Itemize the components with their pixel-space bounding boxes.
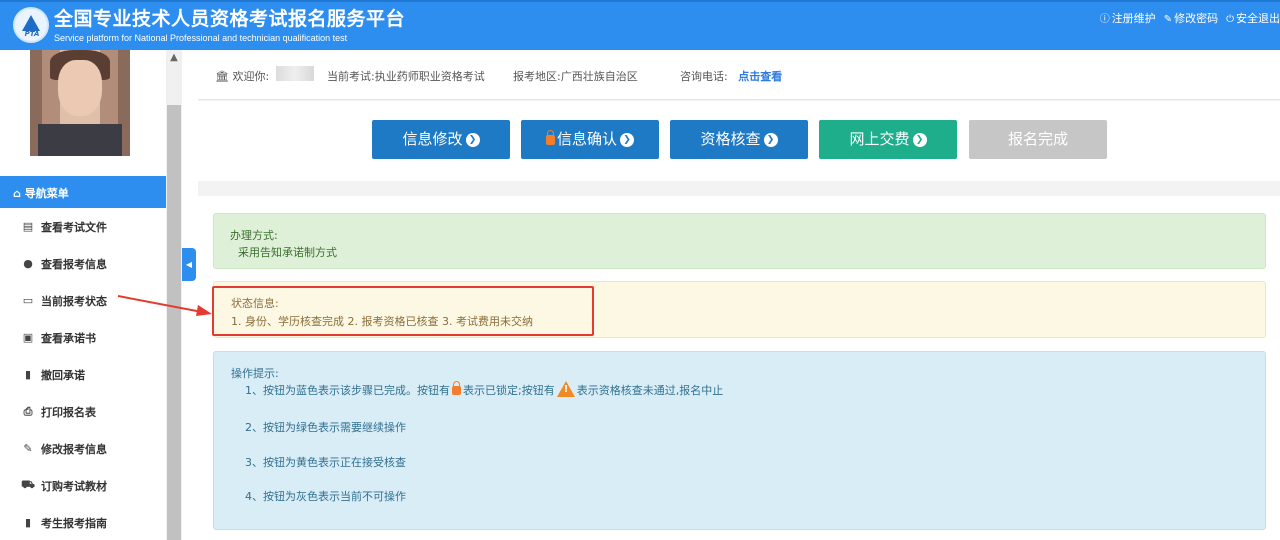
book-icon: ▮ <box>24 516 32 529</box>
step-qualification-check-button[interactable]: 资格核查 ❯ <box>670 120 808 159</box>
tips-line-4: 4、按钮为灰色表示当前不可操作 <box>245 490 406 503</box>
file-icon: ▤ <box>22 220 34 233</box>
tips-title: 操作提示: <box>231 367 279 380</box>
phone-link[interactable]: 点击查看 <box>738 70 782 83</box>
site-title: 全国专业技术人员资格考试报名服务平台 <box>54 8 406 30</box>
nav-header: ⌂ 导航菜单 <box>0 176 166 208</box>
top-header: PTA 全国专业技术人员资格考试报名服务平台 Service platform … <box>0 0 1280 50</box>
sidebar-item-modify[interactable]: ✎ 修改报考信息 <box>0 430 166 467</box>
bank-icon: 🏛 <box>215 70 229 83</box>
method-title: 办理方式: <box>230 229 278 242</box>
register-maintain-link[interactable]: ⓘ 注册维护 <box>1100 10 1156 26</box>
info-icon: ⓘ <box>1099 14 1110 25</box>
change-password-link[interactable]: ✎ 修改密码 <box>1164 10 1218 26</box>
home-icon: ⌂ <box>13 187 25 200</box>
site-subtitle: Service platform for National Profession… <box>54 33 348 43</box>
warning-icon <box>556 381 575 397</box>
logout-link[interactable]: ⏻ 安全退出 <box>1226 10 1280 26</box>
info-bar: 🏛 欢迎你: 当前考试:执业药师职业资格考试 报考地区:广西壮族自治区 咨询电话… <box>198 50 1280 100</box>
scroll-thumb[interactable] <box>167 105 181 540</box>
tips-line-2: 2、按钮为绿色表示需要继续操作 <box>245 421 406 434</box>
sidebar-item-withdraw[interactable]: ▮ 撤回承诺 <box>0 356 166 393</box>
annotation-arrow-icon <box>117 295 212 316</box>
tips-line-1: 1、按钮为蓝色表示该步骤已完成。按钮有表示已锁定;按钮有表示资格核查未通过,报名… <box>245 381 723 398</box>
sidebar-item-exam-info[interactable]: ● 查看报考信息 <box>0 245 166 282</box>
lock-icon <box>452 381 461 395</box>
method-panel: 办理方式: 采用告知承诺制方式 <box>213 213 1266 269</box>
arrow-right-icon: ❯ <box>763 132 778 147</box>
avatar <box>30 50 130 156</box>
chevron-left-icon: ◀ <box>185 260 193 269</box>
collapse-sidebar-button[interactable]: ◀ <box>182 248 196 281</box>
sidebar-item-commitment[interactable]: ▣ 查看承诺书 <box>0 319 166 356</box>
book-icon: ▮ <box>24 368 32 381</box>
sidebar-item-print[interactable]: ⎙ 打印报名表 <box>0 393 166 430</box>
cart-icon: ⛟ <box>21 478 35 491</box>
exam-label: 当前考试:执业药师职业资格考试 <box>327 70 485 83</box>
step-info-modify-button[interactable]: 信息修改 ❯ <box>372 120 510 159</box>
step-complete-button: 报名完成 <box>969 120 1107 159</box>
username-redacted <box>276 66 314 81</box>
region-label: 报考地区:广西壮族自治区 <box>513 70 638 83</box>
method-value: 采用告知承诺制方式 <box>238 246 337 259</box>
pta-logo: PTA <box>13 7 49 43</box>
print-icon: ⎙ <box>23 404 33 418</box>
step-online-payment-button[interactable]: 网上交费 ❯ <box>819 120 957 159</box>
annotation-highlight-box <box>212 286 594 336</box>
edit-icon: ✎ <box>1163 14 1173 25</box>
id-card-icon: ▣ <box>22 331 34 344</box>
phone-label: 咨询电话: 点击查看 <box>680 70 783 83</box>
arrow-right-icon: ❯ <box>620 132 634 147</box>
sidebar-item-exam-files[interactable]: ▤ 查看考试文件 <box>0 208 166 245</box>
scroll-up-icon[interactable]: ▲ <box>166 50 182 66</box>
lock-icon <box>545 130 555 145</box>
arrow-right-icon: ❯ <box>465 132 480 147</box>
sidebar-item-guide[interactable]: ▮ 考生报考指南 <box>0 504 166 540</box>
top-links: ⓘ 注册维护 ✎ 修改密码 ⏻ 安全退出 <box>1100 10 1280 26</box>
step-bar: 信息修改 ❯ 信息确认 ❯ 资格核查 ❯ 网上交费 ❯ 报名完成 <box>198 101 1280 181</box>
welcome-label: 🏛 欢迎你: <box>215 70 270 83</box>
arrow-right-icon: ❯ <box>912 132 927 147</box>
edit-icon: ✎ <box>23 442 33 455</box>
info-circle-icon: ● <box>23 257 33 270</box>
power-icon: ⏻ <box>1226 14 1234 25</box>
monitor-icon: ▭ <box>22 294 34 307</box>
step-info-confirm-button[interactable]: 信息确认 ❯ <box>521 120 659 159</box>
tips-line-3: 3、按钮为黄色表示正在接受核查 <box>245 456 406 469</box>
tips-panel: 操作提示: 1、按钮为蓝色表示该步骤已完成。按钮有表示已锁定;按钮有表示资格核查… <box>213 351 1266 530</box>
sidebar-item-textbook[interactable]: ⛟ 订购考试教材 <box>0 467 166 504</box>
